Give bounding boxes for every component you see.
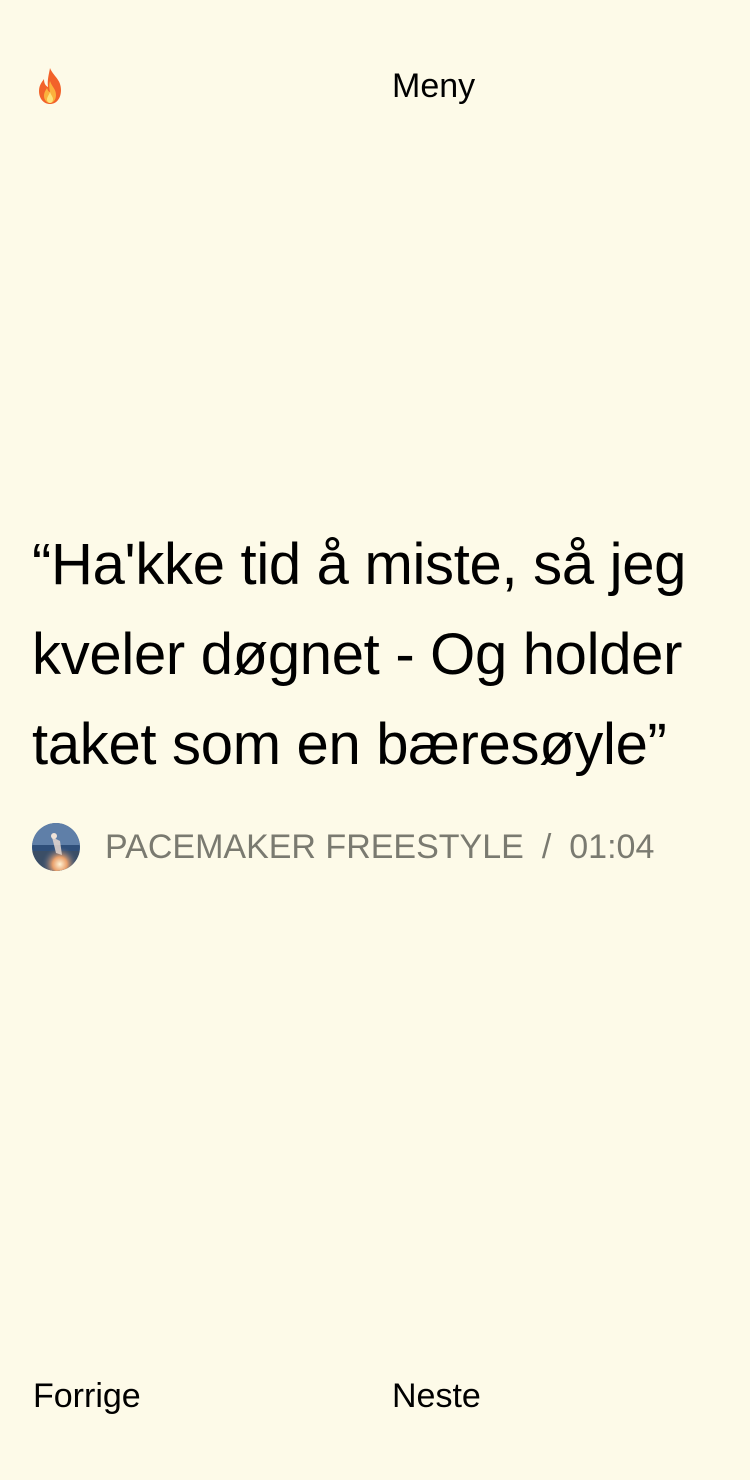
menu-link[interactable]: Meny (392, 66, 475, 106)
meta-separator: / (541, 827, 552, 866)
album-cover-avatar[interactable] (32, 823, 80, 871)
timestamp: 01:04 (569, 827, 655, 866)
previous-button[interactable]: Forrige (33, 1376, 141, 1416)
song-meta: PACEMAKER FREESTYLE / 01:04 (32, 822, 654, 872)
page: Meny “Ha'kke tid å miste, så jeg kveler … (0, 0, 750, 1480)
next-button[interactable]: Neste (392, 1376, 481, 1416)
fire-icon (39, 68, 61, 104)
album-cover-image (32, 823, 80, 871)
lyric-quote: “Ha'kke tid å miste, så jeg kveler døgne… (32, 532, 687, 777)
song-title-link[interactable]: PACEMAKER FREESTYLE (105, 828, 524, 867)
fire-logo-icon[interactable] (33, 66, 67, 106)
